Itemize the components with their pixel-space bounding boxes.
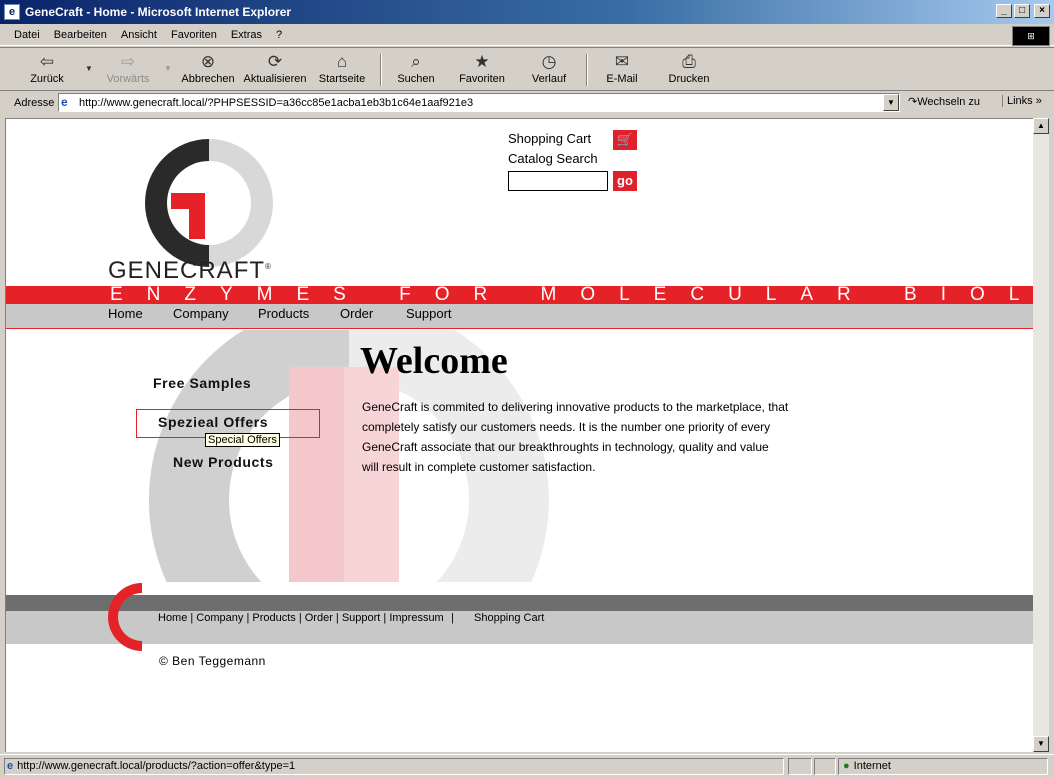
go-arrow-icon: ↷: [908, 96, 918, 108]
refresh-icon: ⟳: [267, 52, 283, 71]
history-icon: ◷: [541, 52, 557, 71]
nav-company[interactable]: Company: [173, 306, 229, 321]
intro-paragraph: GeneCraft is commited to delivering inno…: [362, 400, 789, 474]
mail-button[interactable]: ✉ E-Mail: [587, 51, 657, 85]
globe-icon: ●: [843, 760, 850, 772]
scroll-up-icon[interactable]: ▲: [1033, 118, 1049, 134]
address-label: Adresse: [14, 96, 55, 109]
address-bar: Adresse e http://www.genecraft.local/?PH…: [0, 91, 1054, 114]
menu-bearbeiten[interactable]: Bearbeiten: [54, 29, 107, 41]
nav-products[interactable]: Products: [258, 306, 309, 321]
menu-favoriten[interactable]: Favoriten: [171, 29, 217, 41]
back-dropdown-icon[interactable]: ▼: [85, 64, 93, 73]
chevron-right-icon: »: [1035, 95, 1042, 107]
vertical-scrollbar[interactable]: ▲ ▼: [1033, 118, 1049, 752]
nav-support[interactable]: Support: [406, 306, 452, 321]
brand-wordmark: GENECRAFT®: [108, 257, 272, 284]
ie-app-icon: e: [4, 4, 20, 20]
footer-dark-band: [6, 595, 1033, 611]
registered-mark: ®: [265, 262, 272, 271]
tagline-banner: ENZYMES FOR MOLECULAR BIOLOGY: [6, 286, 1033, 304]
menu-help[interactable]: ?: [276, 29, 282, 41]
free-samples-link[interactable]: Free Samples: [153, 375, 251, 391]
forward-button[interactable]: ⇨ Vorwärts: [93, 51, 163, 85]
status-pane: [788, 758, 812, 775]
status-url: http://www.genecraft.local/products/?act…: [17, 760, 296, 772]
history-button[interactable]: ◷ Verlauf: [514, 51, 584, 85]
status-text-pane: e http://www.genecraft.local/products/?a…: [4, 758, 784, 775]
catalog-search-label: Catalog Search: [508, 151, 598, 166]
address-input[interactable]: e http://www.genecraft.local/?PHPSESSID=…: [58, 93, 900, 112]
back-arrow-icon: ⇦: [39, 52, 55, 71]
standard-toolbar: ⇦ Zurück ▼ ⇨ Vorwärts ▼ ⊗ Abbrechen ⟳ Ak…: [0, 47, 1054, 91]
scroll-down-icon[interactable]: ▼: [1033, 736, 1049, 752]
close-button[interactable]: ×: [1034, 4, 1050, 18]
status-pane: [814, 758, 836, 775]
back-button[interactable]: ⇦ Zurück: [12, 51, 82, 85]
address-dropdown-icon[interactable]: ▼: [883, 94, 899, 111]
copyright-notice: © Ben Teggemann: [159, 654, 266, 668]
favorites-icon: ★: [474, 52, 490, 71]
window-controls: _ □ ×: [996, 4, 1050, 18]
home-icon: ⌂: [336, 52, 348, 71]
minimize-button[interactable]: _: [996, 4, 1012, 18]
mail-icon: ✉: [614, 52, 630, 71]
status-bar: e http://www.genecraft.local/products/?a…: [0, 754, 1054, 777]
stop-icon: ⊗: [200, 52, 216, 71]
search-icon: ⌕: [411, 52, 421, 71]
page-icon: e: [61, 94, 68, 109]
search-button[interactable]: ⌕ Suchen: [381, 51, 451, 85]
printer-icon: ⎙: [682, 52, 696, 71]
forward-arrow-icon: ⇨: [120, 52, 136, 71]
menu-ansicht[interactable]: Ansicht: [121, 29, 157, 41]
special-offers-tooltip: Special Offers: [205, 433, 280, 447]
window-titlebar: e GeneCraft - Home - Microsoft Internet …: [0, 0, 1054, 24]
home-button[interactable]: ⌂ Startseite: [307, 51, 377, 85]
go-to-button[interactable]: ↷Wechseln zu: [908, 95, 980, 108]
shopping-cart-link[interactable]: Shopping Cart: [508, 131, 591, 146]
main-nav: Home Company Products Order Support: [6, 304, 1033, 329]
catalog-search-input[interactable]: [508, 171, 608, 191]
page-title: Welcome: [360, 340, 508, 382]
page-viewport: GENECRAFT® Shopping Cart 🛒 Catalog Searc…: [5, 118, 1033, 752]
maximize-button[interactable]: □: [1014, 4, 1030, 18]
window-title: GeneCraft - Home - Microsoft Internet Ex…: [25, 5, 292, 19]
forward-dropdown-icon[interactable]: ▼: [164, 64, 172, 73]
nav-order[interactable]: Order: [340, 306, 373, 321]
address-url[interactable]: http://www.genecraft.local/?PHPSESSID=a3…: [79, 97, 473, 109]
special-offers-link[interactable]: Spezieal Offers: [158, 414, 268, 430]
windows-logo-icon: ⊞: [1012, 26, 1050, 46]
security-zone: ● Internet: [838, 758, 1048, 775]
footer-shopping-cart-link[interactable]: Shopping Cart: [474, 612, 544, 624]
menu-extras[interactable]: Extras: [231, 29, 262, 41]
menu-bar: Datei Bearbeiten Ansicht Favoriten Extra…: [0, 24, 1054, 46]
footer-logo-arc: [108, 583, 142, 651]
print-button[interactable]: ⎙ Drucken: [654, 51, 724, 85]
links-button[interactable]: Links »: [1002, 95, 1042, 107]
new-products-link[interactable]: New Products: [173, 454, 274, 470]
refresh-button[interactable]: ⟳ Aktualisieren: [240, 51, 310, 85]
menu-datei[interactable]: Datei: [14, 29, 40, 41]
catalog-search-go-button[interactable]: go: [613, 171, 637, 191]
shopping-cart-icon[interactable]: 🛒: [613, 130, 637, 150]
favorites-button[interactable]: ★ Favoriten: [447, 51, 517, 85]
stop-button[interactable]: ⊗ Abbrechen: [173, 51, 243, 85]
footer-separator: |: [451, 612, 454, 624]
page-icon: e: [7, 760, 14, 772]
footer-nav-links[interactable]: Home | Company | Products | Order | Supp…: [158, 612, 444, 624]
nav-home[interactable]: Home: [108, 306, 143, 321]
